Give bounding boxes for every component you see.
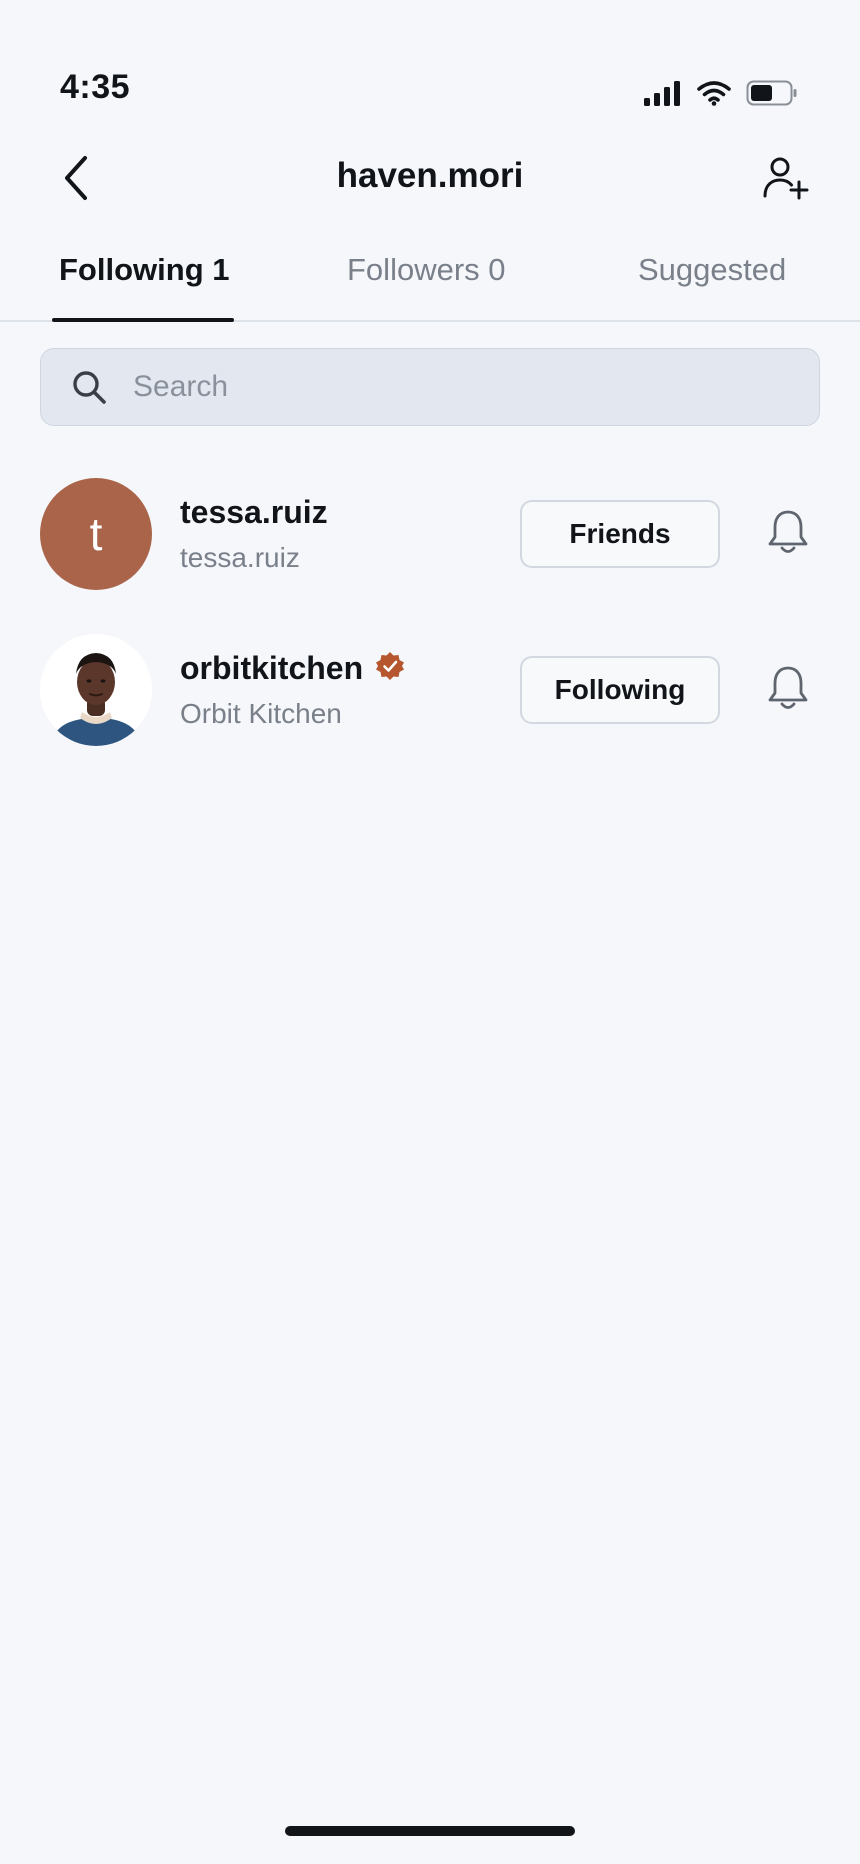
display-name: Orbit Kitchen (180, 698, 342, 729)
search-icon (69, 367, 109, 407)
tab-bar: Following 1 Followers 0 Suggested (0, 240, 860, 322)
back-button[interactable] (48, 152, 104, 208)
bell-icon (766, 664, 810, 717)
notifications-button[interactable] (760, 506, 816, 562)
notifications-button[interactable] (760, 662, 816, 718)
following-list: t tessa.ruiz tessa.ruiz Friends orbitkit… (0, 470, 860, 782)
friends-button[interactable]: Friends (520, 500, 720, 568)
home-indicator[interactable] (285, 1826, 575, 1836)
name-line: orbitkitchen (180, 650, 405, 687)
battery-icon (746, 80, 798, 111)
status-time: 4:35 (60, 68, 131, 106)
bell-icon (766, 508, 810, 561)
page-title: haven.mori (336, 156, 524, 195)
following-button[interactable]: Following (520, 656, 720, 724)
list-item[interactable]: orbitkitchen Orbit Kitchen Following (0, 626, 860, 782)
add-user-button[interactable] (756, 150, 816, 210)
person-photo-icon (40, 634, 152, 746)
avatar[interactable]: t (40, 478, 152, 590)
avatar[interactable] (40, 634, 152, 746)
tab-followers[interactable]: Followers 0 (347, 252, 506, 288)
username[interactable]: orbitkitchen (180, 650, 363, 687)
tab-suggested[interactable]: Suggested (638, 252, 786, 288)
search-input[interactable] (131, 369, 795, 405)
display-name: tessa.ruiz (180, 542, 300, 573)
header: haven.mori (0, 140, 860, 220)
status-icons (644, 80, 798, 111)
wifi-icon (696, 80, 732, 111)
add-user-icon (762, 154, 810, 207)
chevron-left-icon (61, 154, 91, 207)
search-bar (40, 348, 820, 426)
username[interactable]: tessa.ruiz (180, 494, 328, 531)
verified-badge-icon (375, 651, 405, 686)
name-line: tessa.ruiz (180, 494, 328, 531)
tab-following[interactable]: Following 1 (59, 252, 230, 288)
list-item[interactable]: t tessa.ruiz tessa.ruiz Friends (0, 470, 860, 626)
status-bar: 4:35 (0, 0, 860, 120)
signal-icon (644, 80, 682, 111)
active-tab-indicator (52, 318, 234, 322)
